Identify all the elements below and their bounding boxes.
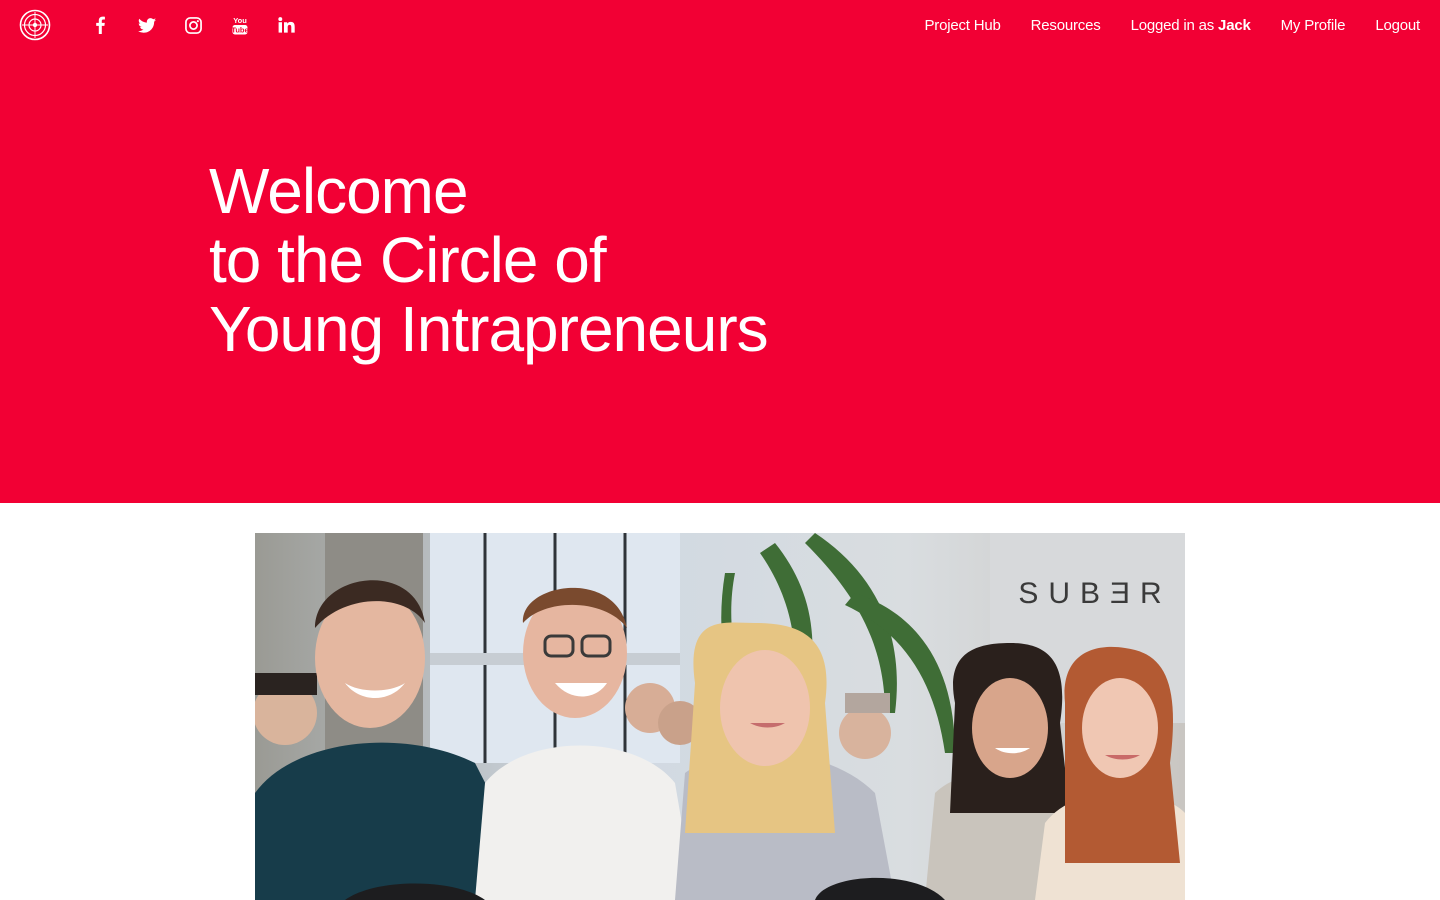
nav-my-profile[interactable]: My Profile xyxy=(1281,17,1346,34)
audience-photo: SUBƎR xyxy=(255,533,1185,900)
facebook-icon[interactable] xyxy=(84,10,116,40)
logged-in-status: Logged in as Jack xyxy=(1131,17,1251,34)
main-nav: Project Hub Resources Logged in as Jack … xyxy=(894,0,1420,50)
hero-headline: Welcome to the Circle of Young Intrapren… xyxy=(209,155,769,365)
nav-logout[interactable]: Logout xyxy=(1375,17,1420,34)
headline-line-1: Welcome xyxy=(209,155,469,227)
top-navigation-bar: You Tube Project Hub Resources Logged in… xyxy=(0,0,1440,50)
nav-resources[interactable]: Resources xyxy=(1031,17,1101,34)
audience-photo-illustration: SUBƎR xyxy=(255,533,1185,900)
instagram-icon[interactable] xyxy=(177,10,209,40)
logged-in-prefix: Logged in as xyxy=(1130,16,1215,34)
svg-text:You: You xyxy=(233,16,247,25)
logo-icon[interactable] xyxy=(19,9,51,41)
youtube-icon[interactable]: You Tube xyxy=(224,10,256,40)
social-links: You Tube xyxy=(84,10,317,40)
user-name: Jack xyxy=(1218,16,1251,34)
nav-project-hub[interactable]: Project Hub xyxy=(924,17,1000,34)
svg-text:Tube: Tube xyxy=(232,25,248,34)
sign-text: SUBƎR xyxy=(1018,577,1171,610)
linkedin-icon[interactable] xyxy=(270,10,302,40)
headline-line-2: to the Circle of xyxy=(209,224,607,296)
headline-line-3: Young Intrapreneurs xyxy=(209,293,769,365)
twitter-icon[interactable] xyxy=(131,10,163,40)
